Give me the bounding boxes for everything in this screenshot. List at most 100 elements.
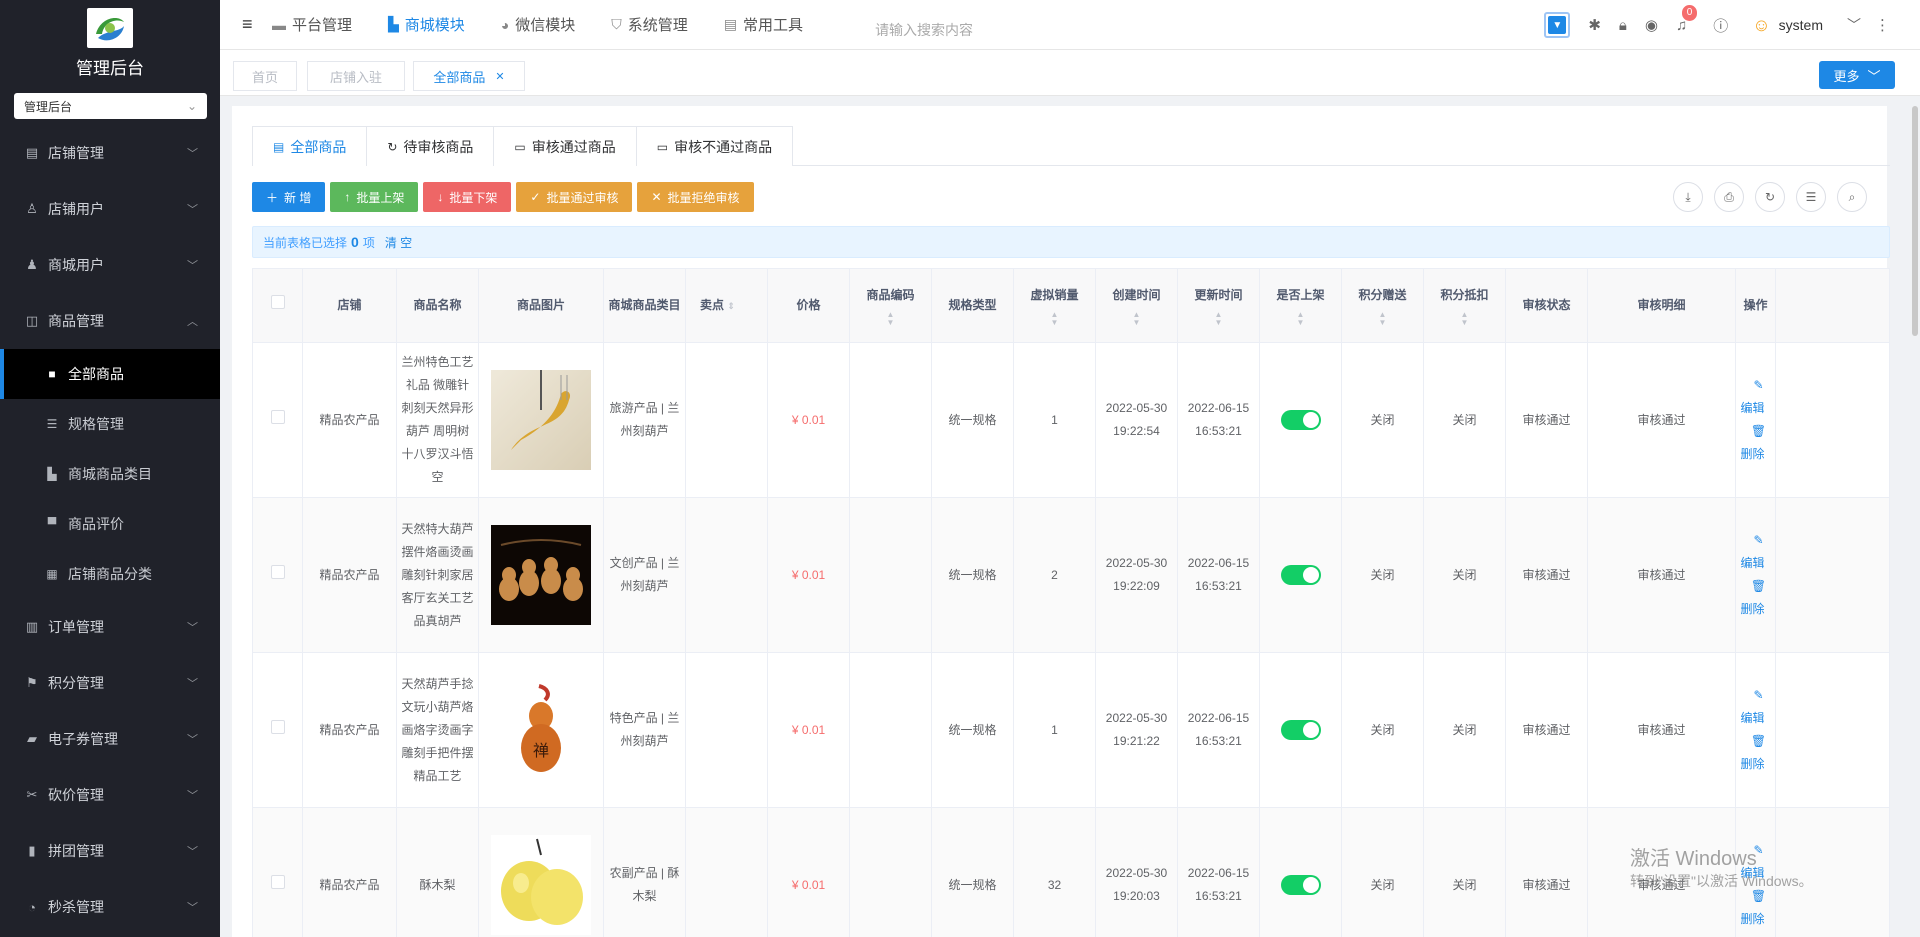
- sidebar-subitem-goods-review[interactable]: ▀ 商品评价: [0, 499, 220, 549]
- nav-platform[interactable]: ▬ 平台管理: [272, 14, 352, 35]
- row-checkbox[interactable]: [270, 719, 285, 734]
- table-header-sortable[interactable]: 卖点 ⇕: [685, 268, 768, 343]
- sidebar-item-order-management[interactable]: ▥ 订单管理 ﹀: [0, 599, 220, 655]
- sidebar-subitem-spec-management[interactable]: ☰ 规格管理: [0, 399, 220, 449]
- vertical-scrollbar[interactable]: [1912, 106, 1918, 336]
- cell-spec: 统一规格: [931, 807, 1014, 937]
- sidebar-item-shop-users[interactable]: ♙ 店铺用户 ﹀: [0, 181, 220, 237]
- user-menu[interactable]: ☺ system ﹀: [1752, 15, 1861, 36]
- search-input[interactable]: 请输入搜索内容: [875, 20, 973, 40]
- sort-icon[interactable]: ▲ ▼: [1100, 311, 1173, 327]
- lock-icon[interactable]: 🔒︎: [1619, 17, 1627, 34]
- table-header-sortable[interactable]: 积分赠送 ▲ ▼: [1341, 268, 1424, 343]
- batch-on-shelf-button[interactable]: ↑ 批量上架: [330, 182, 419, 212]
- select-all-checkbox[interactable]: [270, 295, 285, 309]
- alert-icon[interactable]: ⓘ: [1713, 15, 1728, 36]
- delete-button[interactable]: 🗑︎ 删除: [1740, 734, 1766, 771]
- close-icon[interactable]: ✕: [495, 70, 504, 83]
- on-sale-toggle[interactable]: [1280, 565, 1321, 586]
- bug-icon[interactable]: ✱: [1588, 16, 1601, 34]
- sidebar-subitem-all-goods[interactable]: ■ 全部商品: [0, 349, 220, 399]
- more-vertical-icon[interactable]: ⋮: [1875, 16, 1890, 34]
- sidebar-item-seckill-management[interactable]: ◔ 秒杀管理 ﹀: [0, 879, 220, 935]
- nav-tools[interactable]: ▤ 常用工具: [724, 14, 803, 35]
- row-checkbox[interactable]: [270, 409, 285, 424]
- print-icon[interactable]: ⎙: [1714, 182, 1744, 212]
- edit-button[interactable]: ✎ 编辑: [1740, 378, 1764, 415]
- row-checkbox-cell[interactable]: [252, 652, 303, 808]
- sort-icon[interactable]: ⇕: [727, 301, 735, 311]
- sort-icon[interactable]: ▲ ▼: [1018, 311, 1091, 327]
- sidebar-item-goods-management[interactable]: ◫ 商品管理 ︿: [0, 293, 220, 349]
- product-image-small-gourd[interactable]: 禅: [491, 680, 591, 780]
- table-header-sortable[interactable]: 商品编码 ▲ ▼: [849, 268, 932, 343]
- row-checkbox-cell[interactable]: [252, 807, 303, 937]
- tab-all-goods[interactable]: ▤ 全部商品: [252, 126, 368, 166]
- row-checkbox[interactable]: [270, 874, 285, 889]
- sort-icon[interactable]: ▲ ▼: [854, 311, 927, 327]
- tab-approved[interactable]: ▭ 审核通过商品: [493, 126, 637, 166]
- product-image-pears[interactable]: [491, 835, 591, 935]
- batch-off-shelf-button[interactable]: ↓ 批量下架: [423, 182, 512, 212]
- menu-toggle-icon[interactable]: ≡: [242, 14, 272, 35]
- table-header-sortable[interactable]: 创建时间 ▲ ▼: [1095, 268, 1178, 343]
- cell-on-sale: [1259, 652, 1342, 808]
- header-checkbox[interactable]: [252, 268, 303, 343]
- sidebar-item-shop-management[interactable]: ▤ 店铺管理 ﹀: [0, 125, 220, 181]
- clear-selection-link[interactable]: 清 空: [385, 234, 412, 251]
- header-label: 虚拟销量: [1030, 288, 1079, 302]
- table-header-sortable[interactable]: 更新时间 ▲ ▼: [1177, 268, 1260, 343]
- tab-pending[interactable]: ↻ 待审核商品: [366, 126, 495, 166]
- row-checkbox-cell[interactable]: [252, 497, 303, 653]
- on-sale-toggle[interactable]: [1280, 410, 1321, 431]
- row-checkbox-cell[interactable]: [252, 342, 303, 498]
- download-icon[interactable]: ⤓: [1673, 182, 1703, 212]
- theme-select-button[interactable]: ▼: [1544, 12, 1571, 38]
- sidebar-item-group-management[interactable]: ▮ 拼团管理 ﹀: [0, 823, 220, 879]
- cell-selling-point: [685, 807, 768, 937]
- sort-icon[interactable]: ▲ ▼: [1182, 311, 1255, 327]
- sidebar-item-points-management[interactable]: ⚑ 积分管理 ﹀: [0, 655, 220, 711]
- nav-wechat[interactable]: ◕ 微信模块: [501, 14, 575, 35]
- add-button[interactable]: ＋ 新 增: [252, 182, 326, 212]
- on-sale-toggle[interactable]: [1280, 720, 1321, 741]
- product-image-gourd-ornaments[interactable]: [491, 525, 591, 625]
- tag-all-goods[interactable]: 全部商品 ✕: [413, 61, 525, 91]
- batch-approve-button[interactable]: ✓ 批量通过审核: [516, 182, 633, 212]
- on-sale-toggle[interactable]: [1280, 875, 1321, 896]
- goods-tabs: ▤ 全部商品 ↻ 待审核商品 ▭ 审核通过商品 ▭ 审核不通过商品: [252, 126, 1890, 166]
- row-checkbox[interactable]: [270, 564, 285, 579]
- cell-category: 文创产品 | 兰州刻葫芦: [603, 497, 686, 653]
- delete-button[interactable]: 🗑︎ 删除: [1740, 889, 1766, 926]
- product-image-gourd-carving[interactable]: [491, 370, 591, 470]
- tag-home[interactable]: 首页: [233, 61, 297, 91]
- sort-icon[interactable]: ▲ ▼: [1428, 311, 1501, 327]
- table-header-sortable[interactable]: 虚拟销量 ▲ ▼: [1013, 268, 1096, 343]
- sidebar-item-bargain-management[interactable]: ✂ 砍价管理 ﹀: [0, 767, 220, 823]
- sort-icon[interactable]: ▲ ▼: [1264, 311, 1337, 327]
- nav-mall[interactable]: ▙ 商城模块: [388, 14, 465, 35]
- sidebar-item-mall-users[interactable]: ♟ 商城用户 ﹀: [0, 237, 220, 293]
- tag-shop-join[interactable]: 店铺入驻: [307, 61, 405, 91]
- sidebar-subitem-mall-category[interactable]: ▙ 商城商品类目: [0, 449, 220, 499]
- columns-icon[interactable]: ☰: [1796, 182, 1826, 212]
- tab-rejected[interactable]: ▭ 审核不通过商品: [635, 126, 794, 166]
- delete-button[interactable]: 🗑︎ 删除: [1740, 579, 1766, 616]
- batch-reject-button[interactable]: ✕ 批量拒绝审核: [637, 182, 754, 212]
- eye-icon[interactable]: ◉: [1645, 16, 1658, 34]
- sort-icon[interactable]: ▲ ▼: [1346, 311, 1419, 327]
- table-header-sortable[interactable]: 积分抵扣 ▲ ▼: [1423, 268, 1506, 343]
- sidebar-item-coupon-management[interactable]: ▰ 电子券管理 ﹀: [0, 711, 220, 767]
- sidebar-item-label: 拼团管理: [48, 843, 104, 859]
- bell-icon[interactable]: ♫ 0: [1676, 4, 1698, 34]
- system-select[interactable]: 管理后台 ⌄: [14, 93, 207, 119]
- delete-button[interactable]: 🗑︎ 删除: [1740, 424, 1766, 461]
- edit-button[interactable]: ✎ 编辑: [1740, 688, 1764, 725]
- edit-button[interactable]: ✎ 编辑: [1740, 533, 1764, 570]
- sidebar-subitem-shop-category[interactable]: ▦ 店铺商品分类: [0, 549, 220, 599]
- nav-system[interactable]: ⛉ 系统管理: [611, 14, 688, 35]
- refresh-icon[interactable]: ↻: [1755, 182, 1785, 212]
- search-icon[interactable]: ⌕: [1837, 182, 1867, 212]
- table-header-sortable[interactable]: 是否上架 ▲ ▼: [1259, 268, 1342, 343]
- more-button[interactable]: 更多 ﹀: [1819, 61, 1895, 89]
